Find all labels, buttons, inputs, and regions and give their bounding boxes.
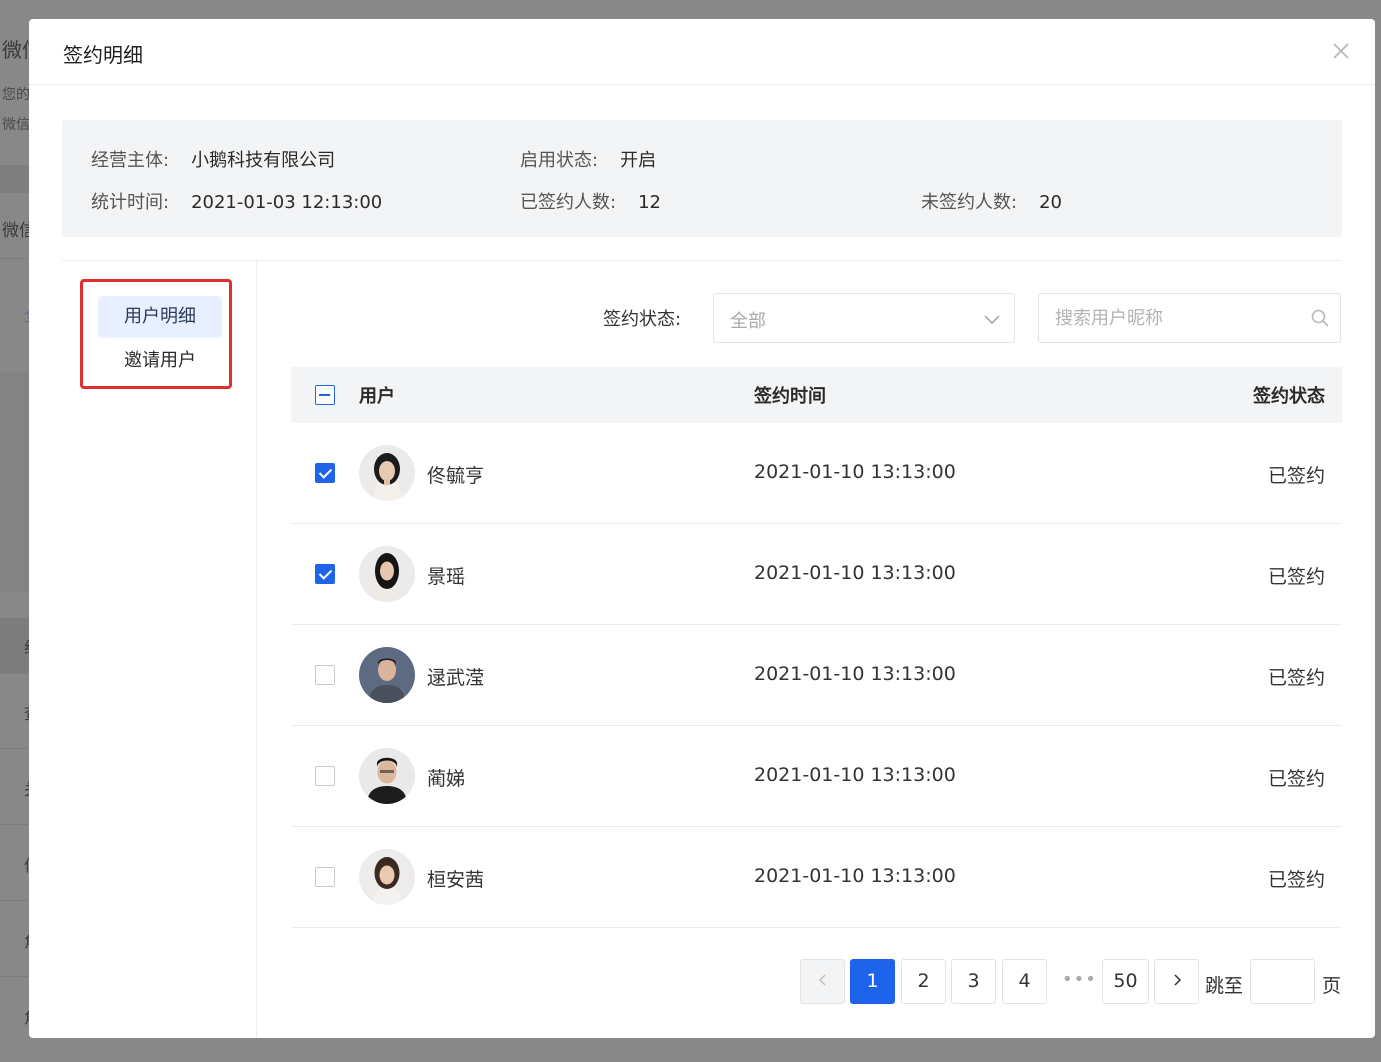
avatar	[359, 647, 415, 703]
user-name: 景瑶	[427, 566, 466, 588]
side-menu: 用户明细 邀请用户	[80, 279, 232, 389]
menu-item-user-detail[interactable]: 用户明细	[98, 296, 222, 338]
chevron-right-icon	[1173, 974, 1181, 986]
sign-status: 已签约	[1267, 566, 1325, 588]
sign-time: 2021-01-10 13:13:00	[754, 562, 956, 584]
page-button-2[interactable]: 2	[901, 959, 946, 1004]
sign-time: 2021-01-10 13:13:00	[754, 865, 956, 887]
unsigned-count-info: 未签约人数: 20	[921, 188, 1062, 214]
page-button-4[interactable]: 4	[1002, 959, 1047, 1004]
user-name: 蔺娣	[427, 768, 466, 790]
avatar	[359, 748, 415, 804]
nickname-search-box	[1038, 293, 1341, 343]
sign-status: 已签约	[1267, 667, 1325, 689]
chevron-left-icon	[818, 974, 826, 986]
table-row[interactable]: 桓安茜 2021-01-10 13:13:00 已签约	[291, 827, 1342, 928]
nickname-search-input[interactable]	[1039, 294, 1299, 342]
avatar	[359, 546, 415, 602]
row-checkbox[interactable]	[315, 564, 335, 584]
stat-time-label: 统计时间:	[91, 192, 170, 213]
column-header-user: 用户	[359, 386, 395, 407]
table-row[interactable]: 景瑶 2021-01-10 13:13:00 已签约	[291, 524, 1342, 625]
sign-status-select-value: 全部	[730, 311, 766, 332]
sign-time: 2021-01-10 13:13:00	[754, 663, 956, 685]
table-row[interactable]: 佟毓亨 2021-01-10 13:13:00 已签约	[291, 423, 1342, 524]
close-icon[interactable]	[1331, 41, 1351, 61]
sign-status: 已签约	[1267, 465, 1325, 487]
status-info: 启用状态: 开启	[520, 146, 656, 172]
sign-status-select[interactable]: 全部	[713, 293, 1015, 343]
prev-page-button[interactable]	[800, 959, 845, 1004]
column-header-sign-time: 签约时间	[754, 386, 826, 407]
jump-to-label: 跳至	[1205, 975, 1244, 997]
select-all-checkbox[interactable]	[315, 385, 335, 405]
section-divider	[62, 260, 1342, 261]
sign-status-filter-label: 签约状态:	[603, 309, 682, 330]
unsigned-count-label: 未签约人数:	[921, 192, 1018, 213]
sign-time: 2021-01-10 13:13:00	[754, 764, 956, 786]
signed-count-value: 12	[638, 192, 661, 213]
user-name: 桓安茜	[427, 869, 485, 891]
stat-time-value: 2021-01-03 12:13:00	[191, 192, 383, 213]
entity-value: 小鹅科技有限公司	[191, 150, 336, 171]
next-page-button[interactable]	[1154, 959, 1199, 1004]
user-name: 逯武滢	[427, 667, 485, 689]
avatar	[359, 849, 415, 905]
jump-to-input[interactable]	[1251, 960, 1314, 1003]
entity-info: 经营主体: 小鹅科技有限公司	[91, 146, 335, 172]
enable-status-value: 开启	[620, 150, 657, 171]
search-icon[interactable]	[1310, 308, 1330, 328]
signed-count-label: 已签约人数:	[520, 192, 617, 213]
sign-time: 2021-01-10 13:13:00	[754, 461, 956, 483]
row-checkbox[interactable]	[315, 463, 335, 483]
avatar	[359, 445, 415, 501]
table-header: 用户 签约时间 签约状态	[291, 367, 1342, 423]
modal-title: 签约明细	[63, 43, 143, 67]
page-button-last[interactable]: 50	[1102, 959, 1149, 1004]
summary-panel: 经营主体: 小鹅科技有限公司 启用状态: 开启 统计时间: 2021-01-03 12…	[62, 120, 1342, 237]
entity-label: 经营主体:	[91, 150, 170, 171]
signed-count-info: 已签约人数: 12	[520, 188, 661, 214]
sign-status: 已签约	[1267, 768, 1325, 790]
row-checkbox[interactable]	[315, 665, 335, 685]
jump-to-field	[1250, 959, 1315, 1004]
sign-detail-modal: 签约明细 经营主体: 小鹅科技有限公司 启用状态: 开启 统计时间: 2021-01-…	[29, 19, 1375, 1038]
side-divider	[256, 261, 257, 1038]
enable-status-label: 启用状态:	[520, 150, 599, 171]
page-button-3[interactable]: 3	[951, 959, 996, 1004]
row-checkbox[interactable]	[315, 766, 335, 786]
pagination-ellipsis[interactable]: •••	[1062, 969, 1096, 990]
table-row[interactable]: 逯武滢 2021-01-10 13:13:00 已签约	[291, 625, 1342, 726]
user-name: 佟毓亨	[427, 465, 485, 487]
page-suffix-label: 页	[1322, 975, 1342, 997]
modal-header: 签约明细	[29, 19, 1375, 85]
page-button-1[interactable]: 1	[850, 959, 895, 1004]
table-row[interactable]: 蔺娣 2021-01-10 13:13:00 已签约	[291, 726, 1342, 827]
sign-status: 已签约	[1267, 869, 1325, 891]
unsigned-count-value: 20	[1039, 192, 1062, 213]
chevron-down-icon	[982, 309, 1002, 329]
column-header-sign-status: 签约状态	[1253, 386, 1325, 407]
time-info: 统计时间: 2021-01-03 12:13:00	[91, 188, 382, 214]
row-checkbox[interactable]	[315, 867, 335, 887]
menu-item-invite-user[interactable]: 邀请用户	[98, 340, 222, 382]
